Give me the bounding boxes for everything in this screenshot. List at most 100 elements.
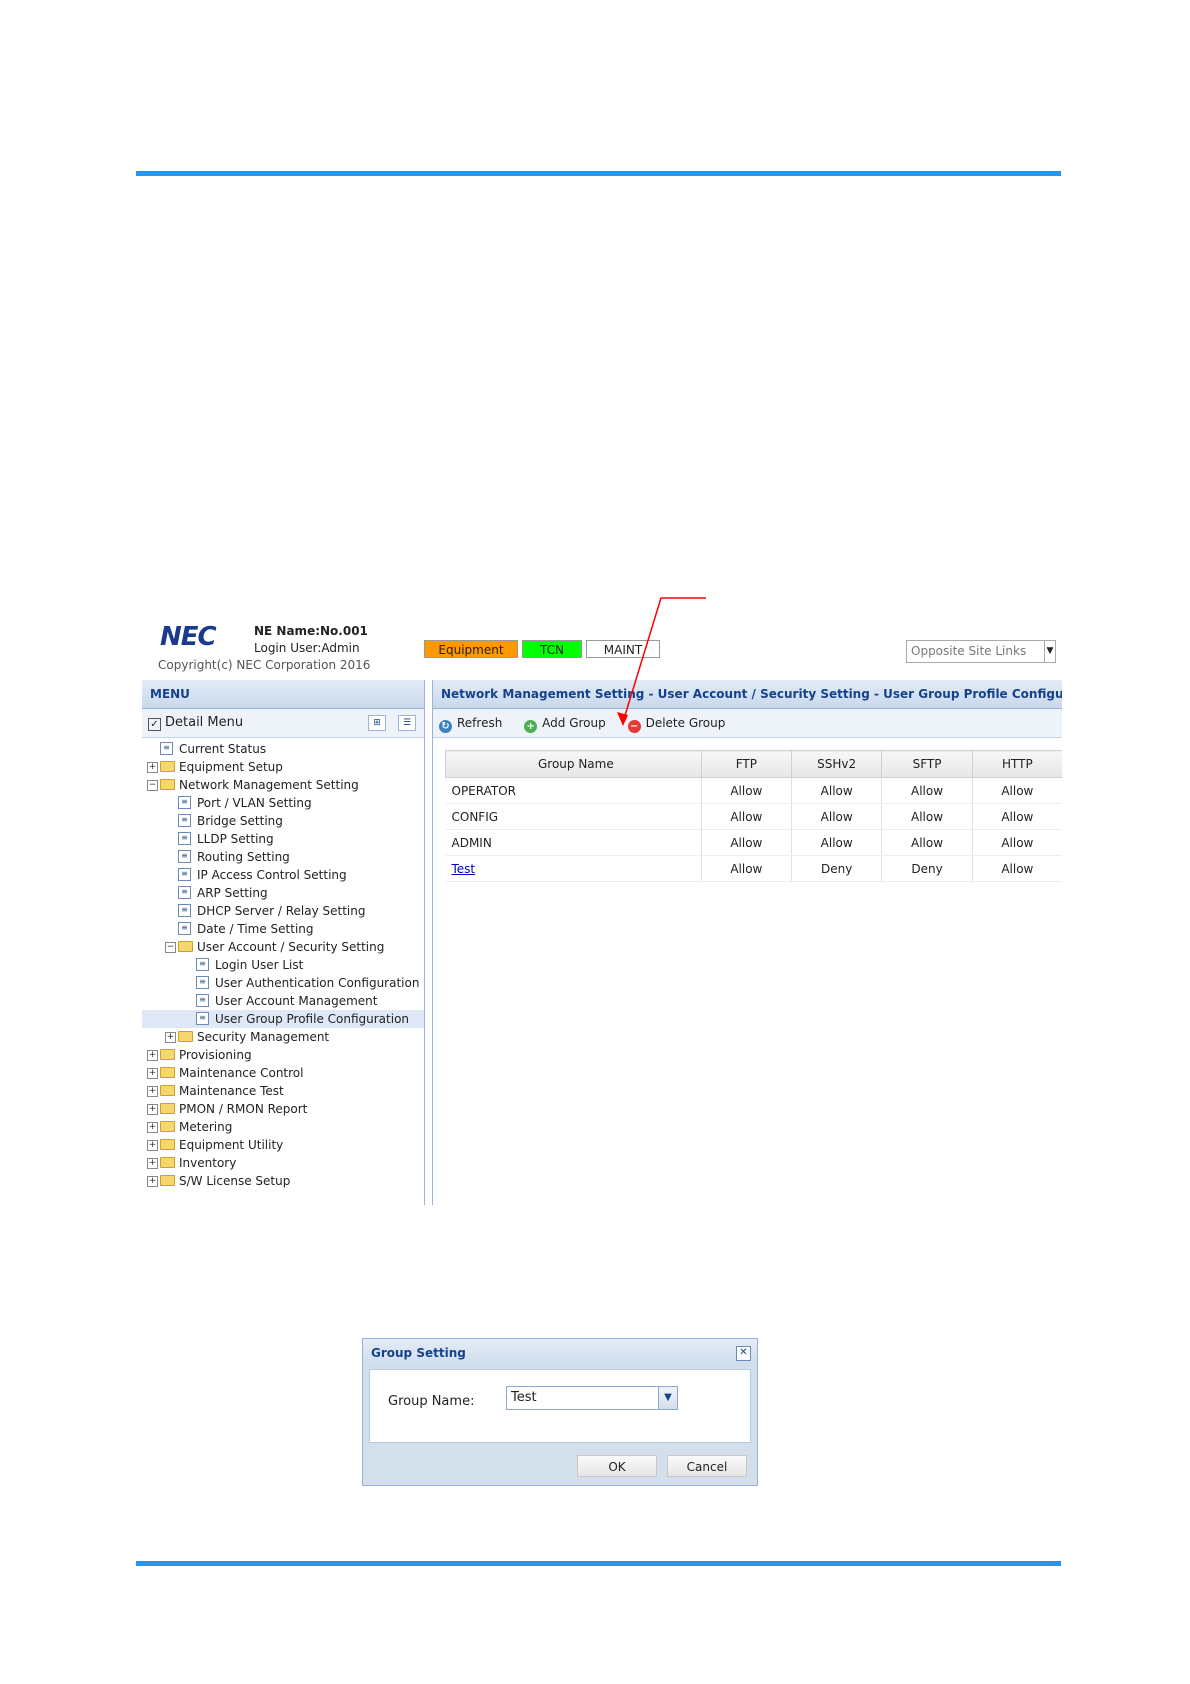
expand-icon[interactable]: +	[147, 762, 158, 773]
expand-icon[interactable]: +	[147, 1176, 158, 1187]
cancel-button[interactable]: Cancel	[667, 1455, 747, 1477]
page-icon: ≡	[178, 814, 191, 827]
table-row[interactable]: CONFIG Allow Allow Allow Allow	[445, 803, 1062, 830]
nec-logo: NEC	[160, 622, 217, 652]
table-row[interactable]: Test Allow Deny Deny Allow	[445, 855, 1062, 882]
page-icon: ≡	[178, 922, 191, 935]
column-header-sshv2[interactable]: SSHv2	[790, 750, 883, 778]
status-equipment[interactable]: Equipment	[424, 640, 518, 658]
refresh-button[interactable]: ↻ Refresh	[439, 709, 502, 737]
menu-item-user-group-profile-configuration[interactable]: ≡ User Group Profile Configuration	[142, 1010, 424, 1028]
expand-icon[interactable]: +	[147, 1086, 158, 1097]
expand-icon[interactable]: +	[165, 1032, 176, 1043]
folder-icon	[160, 1049, 175, 1060]
expand-all-icon[interactable]: ⊞	[368, 715, 386, 731]
menu-item-equipment-setup[interactable]: + Equipment Setup	[142, 758, 424, 776]
menu-item-user-account-security-setting[interactable]: − User Account / Security Setting	[142, 938, 424, 956]
cell-group-name: ADMIN	[445, 829, 702, 856]
ne-name: NE Name:No.001	[254, 624, 368, 638]
app-screenshot: NEC NE Name:No.001 Login User:Admin Copy…	[142, 612, 1062, 1205]
page-icon: ≡	[178, 850, 191, 863]
page-icon: ≡	[178, 796, 191, 809]
cell-group-name: OPERATOR	[445, 777, 702, 804]
menu-item-bridge-setting[interactable]: ≡ Bridge Setting	[142, 812, 424, 830]
dialog-title: Group Setting	[363, 1339, 757, 1367]
group-name-link[interactable]: Test	[452, 862, 476, 876]
menu-tree: ≡ Current Status + Equipment Setup − Networ…	[142, 738, 424, 1190]
delete-icon: −	[627, 720, 641, 733]
table-row[interactable]: ADMIN Allow Allow Allow Allow	[445, 829, 1062, 856]
chevron-down-icon[interactable]: ▼	[1044, 641, 1055, 662]
menu-item-provisioning[interactable]: + Provisioning	[142, 1046, 424, 1064]
column-header-sftp[interactable]: SFTP	[881, 750, 973, 778]
cell-sftp: Deny	[881, 855, 973, 882]
menu-item-maintenance-control[interactable]: + Maintenance Control	[142, 1064, 424, 1082]
cell-ftp: Allow	[701, 803, 792, 830]
expand-icon[interactable]: +	[147, 1140, 158, 1151]
menu-item-inventory[interactable]: + Inventory	[142, 1154, 424, 1172]
menu-item-network-management-setting[interactable]: − Network Management Setting	[142, 776, 424, 794]
group-setting-dialog: Group Setting ✕ Group Name: Test ▼ OK Ca…	[362, 1338, 758, 1486]
detail-menu-label: Detail Menu	[165, 715, 244, 730]
page-icon: ≡	[196, 958, 209, 971]
menu-item-pmon-rmon-report[interactable]: + PMON / RMON Report	[142, 1100, 424, 1118]
expand-icon[interactable]: +	[147, 1068, 158, 1079]
column-header-group-name[interactable]: Group Name	[445, 750, 702, 778]
cell-http: Allow	[972, 855, 1062, 882]
menu-panel: MENU ✓ Detail Menu ⊞ ☰ ≡ Current Status + E…	[142, 680, 425, 1205]
cell-sshv2: Deny	[791, 855, 883, 882]
menu-item-user-authentication-configuration[interactable]: ≡ User Authentication Configuration	[142, 974, 424, 992]
opposite-site-links-select[interactable]: Opposite Site Links ▼	[906, 640, 1056, 663]
toolbar: ↻ Refresh + Add Group − Delete Group	[433, 709, 1062, 738]
menu-item-arp-setting[interactable]: ≡ ARP Setting	[142, 884, 424, 902]
folder-icon	[160, 1067, 175, 1078]
menu-item-current-status[interactable]: ≡ Current Status	[142, 740, 424, 758]
cell-http: Allow	[972, 803, 1062, 830]
delete-group-button[interactable]: − Delete Group	[627, 709, 725, 737]
menu-item-user-account-management[interactable]: ≡ User Account Management	[142, 992, 424, 1010]
group-name-value: Test	[511, 1390, 537, 1405]
collapse-icon[interactable]: −	[165, 942, 176, 953]
expand-icon[interactable]: +	[147, 1122, 158, 1133]
list-view-icon[interactable]: ☰	[398, 715, 416, 731]
menu-item-login-user-list[interactable]: ≡ Login User List	[142, 956, 424, 974]
menu-item-maintenance-test[interactable]: + Maintenance Test	[142, 1082, 424, 1100]
status-maint[interactable]: MAINT	[586, 640, 660, 658]
menu-item-date-time-setting[interactable]: ≡ Date / Time Setting	[142, 920, 424, 938]
folder-icon	[160, 761, 175, 772]
close-icon[interactable]: ✕	[736, 1346, 751, 1361]
page-icon: ≡	[196, 994, 209, 1007]
top-rule	[136, 171, 1061, 176]
menu-item-security-management[interactable]: + Security Management	[142, 1028, 424, 1046]
column-header-ftp[interactable]: FTP	[700, 750, 792, 778]
page-icon: ≡	[178, 832, 191, 845]
add-group-button[interactable]: + Add Group	[524, 709, 606, 737]
expand-icon[interactable]: +	[147, 1050, 158, 1061]
table-row[interactable]: OPERATOR Allow Allow Allow Allow	[445, 777, 1062, 804]
expand-icon[interactable]: +	[147, 1104, 158, 1115]
menu-item-routing-setting[interactable]: ≡ Routing Setting	[142, 848, 424, 866]
detail-menu-checkbox[interactable]: ✓	[148, 718, 161, 731]
menu-item-equipment-utility[interactable]: + Equipment Utility	[142, 1136, 424, 1154]
collapse-icon[interactable]: −	[147, 780, 158, 791]
status-tcn[interactable]: TCN	[522, 640, 582, 658]
table-header-row: Group Name FTP SSHv2 SFTP HTTP	[445, 750, 1062, 778]
menu-item-ip-access-control-setting[interactable]: ≡ IP Access Control Setting	[142, 866, 424, 884]
page-icon: ≡	[178, 904, 191, 917]
refresh-icon: ↻	[439, 720, 452, 733]
menu-item-lldp-setting[interactable]: ≡ LLDP Setting	[142, 830, 424, 848]
menu-item-metering[interactable]: + Metering	[142, 1118, 424, 1136]
folder-icon	[160, 1157, 175, 1168]
menu-item-dhcp-server-relay-setting[interactable]: ≡ DHCP Server / Relay Setting	[142, 902, 424, 920]
menu-item-port-vlan-setting[interactable]: ≡ Port / VLAN Setting	[142, 794, 424, 812]
folder-open-icon	[160, 779, 175, 790]
ok-button[interactable]: OK	[577, 1455, 657, 1477]
chevron-down-icon[interactable]: ▼	[658, 1387, 677, 1409]
app-header: NEC NE Name:No.001 Login User:Admin Copy…	[142, 612, 1062, 678]
menu-item-sw-license-setup[interactable]: + S/W License Setup	[142, 1172, 424, 1190]
column-header-http[interactable]: HTTP	[971, 750, 1062, 778]
group-name-select[interactable]: Test ▼	[506, 1386, 678, 1410]
expand-icon[interactable]: +	[147, 1158, 158, 1169]
page-icon: ≡	[178, 868, 191, 881]
cell-ftp: Allow	[701, 829, 792, 856]
